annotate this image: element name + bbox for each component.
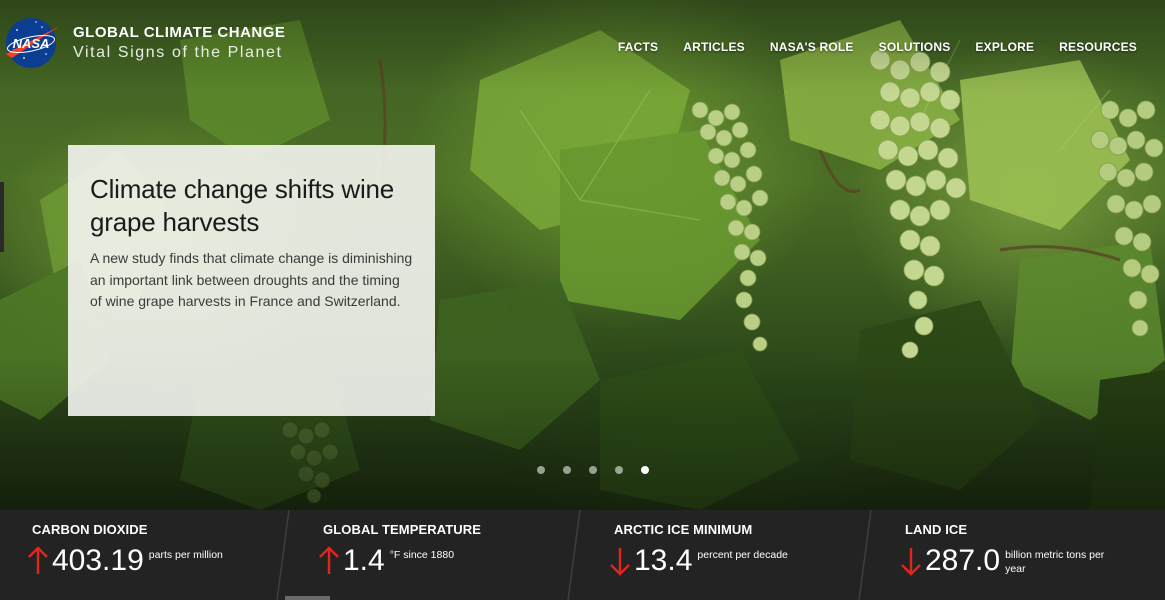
carousel-dot-4[interactable] — [615, 466, 623, 474]
divider — [567, 510, 581, 600]
carousel-dot-1[interactable] — [537, 466, 545, 474]
vital-global-temperature[interactable]: GLOBAL TEMPERATURE 1.4 °F since 1880 — [291, 510, 582, 600]
vital-value: 403.19 — [52, 544, 144, 577]
vital-value: 287.0 — [925, 544, 1001, 577]
vital-arctic-ice-minimum[interactable]: ARCTIC ICE MINIMUM 13.4 percent per deca… — [582, 510, 873, 600]
feature-card[interactable]: Climate change shifts wine grape harvest… — [68, 145, 435, 416]
vital-value: 1.4 — [343, 544, 385, 577]
vital-value: 13.4 — [634, 544, 693, 577]
vital-unit: percent per decade — [697, 549, 788, 561]
arrow-up-icon — [319, 546, 339, 574]
arrow-down-icon — [901, 548, 921, 576]
divider — [276, 510, 290, 600]
vital-name: ARCTIC ICE MINIMUM — [614, 522, 753, 537]
side-tab[interactable] — [0, 182, 4, 252]
vital-unit: °F since 1880 — [389, 549, 455, 561]
carousel-dot-5[interactable] — [641, 466, 649, 474]
carousel-dot-3[interactable] — [589, 466, 597, 474]
carousel-dot-2[interactable] — [563, 466, 571, 474]
site-title[interactable]: GLOBAL CLIMATE CHANGE — [73, 24, 285, 42]
site-brand[interactable]: NASA GLOBAL CLIMATE CHANGE Vital Signs o… — [2, 14, 285, 70]
vital-unit: parts per million — [148, 549, 223, 561]
brand-text[interactable]: GLOBAL CLIMATE CHANGE Vital Signs of the… — [73, 24, 285, 64]
site-subtitle[interactable]: Vital Signs of the Planet — [73, 42, 285, 64]
nav-resources[interactable]: RESOURCES — [1059, 40, 1137, 54]
nav-nasas-role[interactable]: NASA'S ROLE — [770, 40, 854, 54]
vital-land-ice[interactable]: LAND ICE 287.0 billion metric tons per y… — [873, 510, 1164, 600]
vital-name: GLOBAL TEMPERATURE — [323, 522, 482, 537]
nav-explore[interactable]: EXPLORE — [975, 40, 1034, 54]
vital-unit: billion metric tons per year — [1005, 549, 1105, 575]
nav-solutions[interactable]: SOLUTIONS — [879, 40, 951, 54]
main-nav: FACTS ARTICLES NASA'S ROLE SOLUTIONS EXP… — [593, 40, 1137, 54]
divider — [858, 510, 872, 600]
vital-carbon-dioxide[interactable]: CARBON DIOXIDE 403.19 parts per million — [0, 510, 291, 600]
nasa-logo-icon[interactable]: NASA — [2, 14, 62, 70]
nasa-logo-text: NASA — [13, 36, 50, 51]
arrow-down-icon — [610, 548, 630, 576]
feature-title[interactable]: Climate change shifts wine grape harvest… — [90, 173, 413, 239]
arrow-up-icon — [28, 546, 48, 574]
vital-name: CARBON DIOXIDE — [32, 522, 148, 537]
nav-facts[interactable]: FACTS — [618, 40, 658, 54]
carousel-pagination — [537, 466, 667, 474]
nav-articles[interactable]: ARTICLES — [683, 40, 745, 54]
vital-name: LAND ICE — [905, 522, 968, 537]
vital-signs-bar: CARBON DIOXIDE 403.19 parts per million … — [0, 510, 1165, 600]
feature-description: A new study finds that climate change is… — [90, 250, 413, 309]
scroll-indicator — [285, 596, 330, 600]
